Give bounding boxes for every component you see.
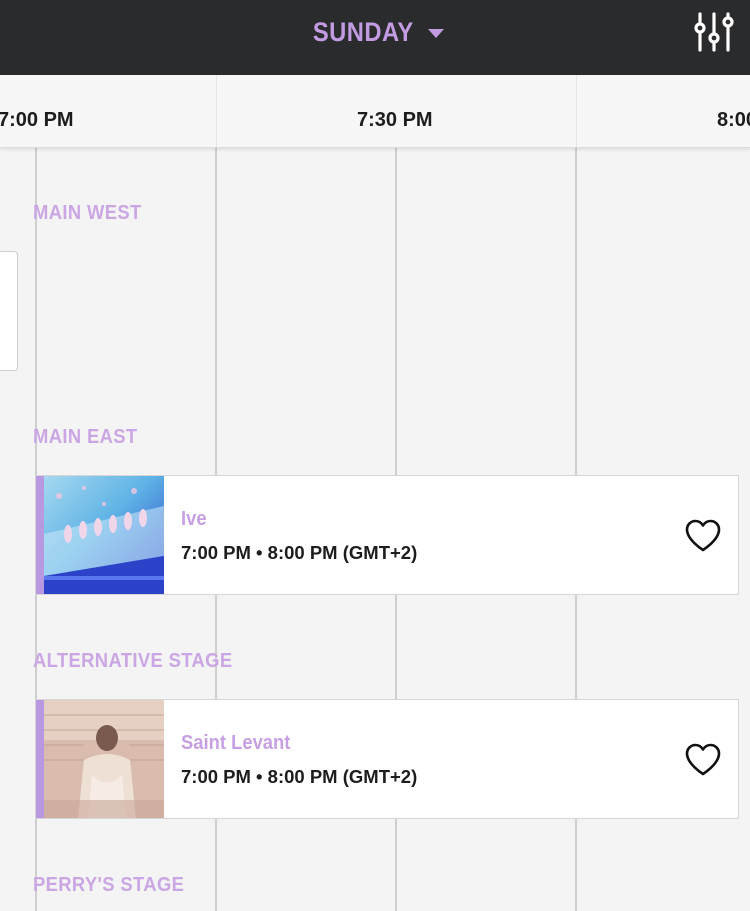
event-name: Saint Levant bbox=[181, 732, 291, 754]
event-time: 7:00 PM • 8:00 PM (GMT+2) bbox=[181, 766, 418, 787]
event-name: Ive bbox=[181, 508, 207, 530]
stage-label-main-west: MAIN WEST bbox=[33, 202, 142, 224]
sliders-filter-icon bbox=[694, 12, 734, 52]
stage-label-alternative-stage: ALTERNATIVE STAGE bbox=[33, 650, 233, 672]
filter-button[interactable] bbox=[692, 10, 736, 54]
event-thumbnail bbox=[44, 476, 164, 594]
stage-label-perrys-stage: PERRY'S STAGE bbox=[33, 874, 185, 896]
heart-outline-icon bbox=[685, 743, 721, 776]
event-info: Ive 7:00 PM • 8:00 PM (GMT+2) bbox=[164, 476, 738, 594]
event-card-saint-levant[interactable]: Saint Levant 7:00 PM • 8:00 PM (GMT+2) bbox=[35, 699, 739, 819]
event-info: Saint Levant 7:00 PM • 8:00 PM (GMT+2) bbox=[164, 700, 738, 818]
time-label-start: 7:00 PM bbox=[0, 109, 74, 131]
time-tick bbox=[216, 75, 217, 147]
caret-down-icon bbox=[428, 29, 445, 38]
time-label-middle: 7:30 PM bbox=[357, 109, 433, 131]
time-label-end: 8:00 bbox=[717, 109, 750, 131]
event-time: 7:00 PM • 8:00 PM (GMT+2) bbox=[181, 542, 418, 563]
schedule-grid[interactable]: MAIN WEST MAIN EAST ALTERNATIVE STAGE PE… bbox=[0, 148, 750, 911]
stage-label-main-east: MAIN EAST bbox=[33, 426, 138, 448]
favorite-button[interactable] bbox=[684, 742, 722, 778]
event-accent-bar bbox=[36, 476, 44, 594]
heart-outline-icon bbox=[685, 519, 721, 552]
event-accent-bar bbox=[36, 700, 44, 818]
day-selector[interactable]: SUNDAY bbox=[0, 0, 750, 65]
top-bar: SUNDAY bbox=[0, 0, 750, 75]
time-tick bbox=[576, 75, 577, 147]
favorite-button[interactable] bbox=[684, 518, 722, 554]
event-thumbnail bbox=[44, 700, 164, 818]
day-label: SUNDAY bbox=[312, 17, 414, 47]
event-card-ive[interactable]: Ive 7:00 PM • 8:00 PM (GMT+2) bbox=[35, 475, 739, 595]
timeline-header: 7:00 PM 7:30 PM 8:00 bbox=[0, 75, 750, 148]
previous-event-card[interactable] bbox=[0, 251, 18, 371]
